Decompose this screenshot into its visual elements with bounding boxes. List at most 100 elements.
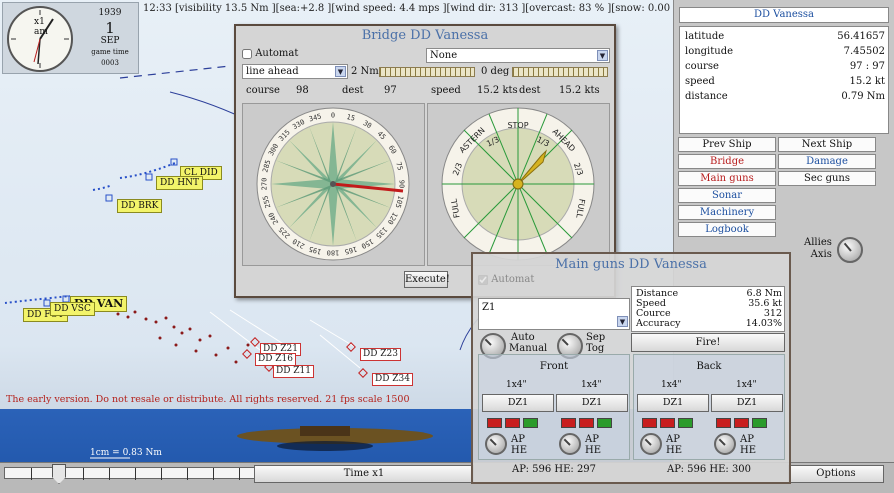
formation-select[interactable]: line ahead ▼ bbox=[242, 64, 348, 79]
bridge-target-select[interactable]: None ▼ bbox=[426, 48, 610, 63]
front-guns-section: Front 1x4" 1x4" DZ1 DZ1 AP HE AP HE bbox=[478, 354, 630, 460]
clock-year: 1939 bbox=[98, 8, 122, 18]
formation-distance-value: 2 Nm bbox=[351, 66, 379, 77]
back-gun-2-target-button[interactable]: DZ1 bbox=[711, 394, 783, 412]
back-gun-2-lamp-3 bbox=[752, 418, 767, 428]
bridge-automat-label: Automat bbox=[255, 48, 299, 59]
ship-marker-dd-brk bbox=[105, 194, 113, 202]
execute-button[interactable]: Execute! bbox=[404, 271, 450, 288]
main-guns-title: Main guns DD Vanessa bbox=[555, 257, 707, 272]
fire-button[interactable]: Fire! bbox=[631, 333, 785, 352]
info-row-course: course 97 : 97 bbox=[685, 61, 885, 72]
back-gun-2-ammo-knob[interactable] bbox=[714, 433, 736, 455]
front-gun-1-ammo-knob[interactable] bbox=[485, 433, 507, 455]
compass-tick-label: 0 bbox=[331, 112, 335, 120]
clock-speed-mult: x1 bbox=[34, 17, 45, 27]
ship-info-box: latitude 56.41657 longitude 7.45502 course… bbox=[679, 26, 889, 134]
back-gun-2-ammo-label: AP HE bbox=[740, 434, 757, 456]
main-guns-button[interactable]: Main guns bbox=[678, 171, 776, 186]
formation-angle-slider[interactable] bbox=[512, 67, 608, 77]
target-scroll[interactable]: ▼ bbox=[616, 316, 628, 328]
ship-label-dd-brk[interactable]: DD BRK bbox=[117, 199, 163, 213]
front-gun-2-ammo-label: AP HE bbox=[585, 434, 602, 456]
target-stats-box: Distance 6.8 Nm Speed 35.6 kt Cource 312 Ac… bbox=[631, 286, 785, 332]
engine-telegraph-box[interactable]: ASTERN STOP AHEAD 1/3 1/3 2/3 2/3 FULL F… bbox=[427, 103, 610, 266]
front-gun-2-target-button[interactable]: DZ1 bbox=[556, 394, 628, 412]
info-row-longitude: longitude 7.45502 bbox=[685, 46, 885, 57]
machinery-button[interactable]: Machinery bbox=[678, 205, 776, 220]
chevron-down-icon: ▼ bbox=[617, 316, 628, 327]
front-gun-2-lamp-2 bbox=[579, 418, 594, 428]
main-guns-automat-checkbox[interactable] bbox=[478, 274, 488, 285]
options-button[interactable]: Options bbox=[788, 465, 884, 483]
back-gun-2-lamp-2 bbox=[734, 418, 749, 428]
main-guns-target[interactable]: Z1 bbox=[482, 302, 495, 313]
next-ship-button[interactable]: Next Ship bbox=[778, 137, 876, 152]
prev-ship-button[interactable]: Prev Ship bbox=[678, 137, 776, 152]
back-label: Back bbox=[696, 361, 722, 372]
enemy-label-z23[interactable]: DD Z23 bbox=[360, 348, 401, 361]
back-gun-1-lamp-2 bbox=[660, 418, 675, 428]
selected-ship-name: DD Vanessa bbox=[679, 7, 889, 23]
allies-axis-knob[interactable] bbox=[837, 237, 863, 263]
logbook-button[interactable]: Logbook bbox=[678, 222, 776, 237]
enemy-label-z34[interactable]: DD Z34 bbox=[372, 373, 413, 386]
back-gun-1-caliber: 1x4" bbox=[661, 380, 682, 390]
formation-distance-slider[interactable] bbox=[379, 67, 475, 77]
back-gun-1-target-button[interactable]: DZ1 bbox=[637, 394, 709, 412]
map-scale-text: 1cm = 0.83 Nm bbox=[90, 448, 162, 458]
front-ammo-count: AP: 596 HE: 297 bbox=[511, 464, 597, 475]
front-gun-1-lamp-3 bbox=[523, 418, 538, 428]
track-dd-hnt bbox=[92, 184, 113, 191]
front-gun-2-lamp-1 bbox=[561, 418, 576, 428]
main-guns-automat[interactable]: Automat bbox=[478, 274, 534, 285]
bridge-automat-checkbox[interactable] bbox=[242, 48, 252, 59]
telegraph-stop-label: STOP bbox=[507, 121, 528, 130]
enemy-marker-z21 bbox=[250, 337, 260, 347]
info-row-distance: distance 0.79 Nm bbox=[685, 91, 885, 102]
front-gun-2-ammo-knob[interactable] bbox=[559, 433, 581, 455]
back-gun-1-lamp-1 bbox=[642, 418, 657, 428]
front-gun-1-caliber: 1x4" bbox=[506, 380, 527, 390]
engine-telegraph[interactable]: ASTERN STOP AHEAD 1/3 1/3 2/3 2/3 FULL F… bbox=[428, 104, 609, 265]
clock-month: SEP bbox=[100, 36, 120, 46]
ship-marker-dd-hnt bbox=[145, 173, 153, 181]
time-slider-handle[interactable] bbox=[52, 464, 66, 484]
axis-label: Axis bbox=[810, 249, 832, 260]
back-guns-section: Back 1x4" 1x4" DZ1 DZ1 AP HE AP HE bbox=[633, 354, 785, 460]
bridge-button[interactable]: Bridge bbox=[678, 154, 776, 169]
back-gun-1-ammo-label: AP HE bbox=[666, 434, 683, 456]
shell-splashes bbox=[116, 310, 250, 364]
compass-rose[interactable]: 0 153045607590105120135150165180195210225… bbox=[243, 104, 424, 265]
info-row-speed: speed 15.2 kt bbox=[685, 76, 885, 87]
sonar-button[interactable]: Sonar bbox=[678, 188, 776, 203]
compass-tick-label: 270 bbox=[261, 178, 269, 191]
info-row-latitude: latitude 56.41657 bbox=[685, 31, 885, 42]
enemy-label-z11[interactable]: DD Z11 bbox=[273, 365, 314, 378]
back-gun-1-ammo-knob[interactable] bbox=[640, 433, 662, 455]
sec-guns-button[interactable]: Sec guns bbox=[778, 171, 876, 186]
auto-manual-label: Auto Manual bbox=[509, 332, 548, 354]
front-gun-1-target-button[interactable]: DZ1 bbox=[482, 394, 554, 412]
compass-tick-label: 180 bbox=[327, 249, 340, 257]
time-compression-button[interactable]: Time x1 bbox=[254, 465, 474, 483]
damage-button[interactable]: Damage bbox=[778, 154, 876, 169]
wake-4 bbox=[319, 334, 361, 369]
bridge-automat[interactable]: Automat bbox=[242, 48, 298, 59]
compass-tick-label: 90 bbox=[398, 180, 406, 188]
clock-day: 1 bbox=[105, 19, 115, 37]
ship-label-dd-hnt[interactable]: DD HNT bbox=[156, 176, 204, 190]
main-guns-target-list[interactable]: Z1 ▼ bbox=[478, 298, 630, 330]
wake-3 bbox=[309, 319, 356, 348]
front-gun-1-ammo-label: AP HE bbox=[511, 434, 528, 456]
back-gun-1-lamp-3 bbox=[678, 418, 693, 428]
chevron-down-icon: ▼ bbox=[335, 66, 346, 77]
ship-label-dd-vsc[interactable]: DD VSC bbox=[50, 302, 95, 316]
allies-axis-label: Allies Axis bbox=[804, 237, 832, 261]
compass-dial-box[interactable]: 0 15 30 45 60 75 90 105 120 135 150 165 180 195 210 225… bbox=[242, 103, 425, 266]
sep-tog-label: Sep Tog bbox=[586, 332, 606, 354]
ship-smoke bbox=[277, 441, 373, 451]
allies-label: Allies bbox=[804, 237, 832, 248]
formation-angle-value: 0 deg bbox=[481, 66, 510, 77]
enemy-marker-z34 bbox=[358, 368, 368, 378]
